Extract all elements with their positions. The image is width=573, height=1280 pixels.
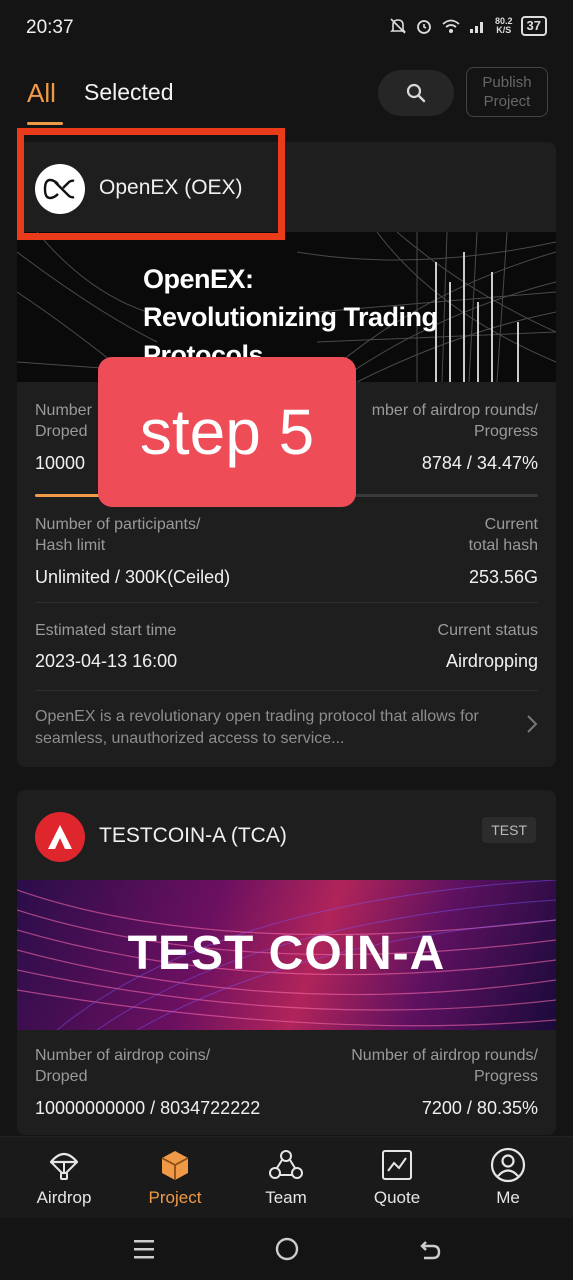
airdrop-coins-value: 10000 — [35, 453, 86, 473]
total-hash-label: Current total hash — [468, 516, 538, 554]
team-icon — [269, 1150, 303, 1179]
alarm-icon — [417, 20, 431, 34]
menu-icon[interactable] — [132, 1236, 156, 1262]
nav-quote[interactable]: Quote — [347, 1145, 447, 1208]
airdrop-rounds-value: 7200 / 80.35% — [421, 1098, 538, 1118]
tab-selected[interactable]: Selected — [84, 79, 174, 106]
step-overlay: step 5 — [98, 357, 356, 507]
box-icon — [161, 1151, 189, 1180]
back-icon[interactable] — [418, 1236, 442, 1262]
participants-hash-row: Number of participants/ Hash limit Curre… — [35, 514, 538, 587]
system-nav-bar — [0, 1218, 573, 1280]
active-tab-indicator — [27, 122, 63, 125]
mute-icon — [390, 18, 406, 34]
signal-icon — [470, 22, 483, 33]
airdrop-rounds-label: Number of airdrop rounds/ Progress — [351, 1047, 538, 1085]
search-icon — [406, 83, 426, 103]
total-hash-value: 253.56G — [468, 567, 538, 587]
home-icon[interactable] — [274, 1236, 300, 1262]
highlight-frame — [17, 128, 285, 240]
start-status-row: Estimated start time Current status 2023… — [35, 620, 538, 680]
airdrop-rounds-label: mber of airdrop rounds/ Progress — [371, 402, 538, 440]
status-icons: 80.2 K/S 37 — [389, 16, 547, 36]
nav-project[interactable]: Project — [125, 1145, 225, 1208]
test-badge: TEST — [482, 817, 536, 843]
current-status-label: Current status — [437, 622, 538, 639]
airdrop-rounds-value: 8784 / 34.47% — [421, 453, 538, 473]
top-bar: All Selected Publish Project — [0, 60, 573, 126]
project-name: TESTCOIN-A (TCA) — [99, 824, 287, 847]
airdrop-coins-label: Number of airdrop coins/ Droped — [35, 1047, 211, 1085]
nav-team[interactable]: Team — [236, 1145, 336, 1208]
search-button[interactable] — [378, 70, 454, 116]
participants-label: Number of participants/ Hash limit — [35, 516, 201, 554]
project-description: OpenEX is a revolutionary open trading p… — [35, 708, 479, 747]
participants-value: Unlimited / 300K(Ceiled) — [35, 567, 231, 587]
divider — [35, 602, 538, 603]
banner-headline: TEST COIN-A — [127, 927, 446, 980]
project-card-testcoin[interactable]: TESTCOIN-A (TCA) TEST TEST COIN-A Number… — [17, 790, 556, 1135]
start-time-value: 2023-04-13 16:00 — [35, 651, 178, 671]
coins-rounds-row: Number of airdrop coins/ Droped Number o… — [35, 1045, 538, 1125]
wifi-icon — [442, 19, 460, 33]
airdrop-coins-label: Number Droped — [35, 402, 92, 440]
testcoin-logo — [35, 812, 85, 862]
chevron-right-icon[interactable] — [526, 714, 538, 734]
tab-all[interactable]: All — [27, 78, 56, 109]
battery-indicator: 37 — [520, 16, 547, 36]
testcoin-logo-icon — [48, 825, 72, 849]
divider — [35, 690, 538, 691]
parachute-icon — [49, 1152, 79, 1180]
project-banner: TEST COIN-A — [17, 880, 556, 1030]
card-header: TESTCOIN-A (TCA) TEST — [17, 790, 556, 880]
publish-project-button[interactable]: Publish Project — [466, 67, 548, 117]
start-time-label: Estimated start time — [35, 622, 177, 639]
current-status-value: Airdropping — [445, 651, 538, 671]
nav-me[interactable]: Me — [458, 1145, 558, 1208]
net-speed: 80.2 K/S — [495, 16, 513, 35]
nav-airdrop[interactable]: Airdrop — [14, 1145, 114, 1208]
status-bar: 20:37 80.2 K/S 37 — [0, 0, 573, 56]
airdrop-coins-value: 10000000000 / 8034722222 — [35, 1098, 261, 1118]
chart-icon — [382, 1150, 412, 1180]
status-time: 20:37 — [26, 17, 74, 38]
bottom-nav: Airdrop Project Team Quote Me — [0, 1136, 573, 1218]
user-icon — [490, 1147, 526, 1183]
